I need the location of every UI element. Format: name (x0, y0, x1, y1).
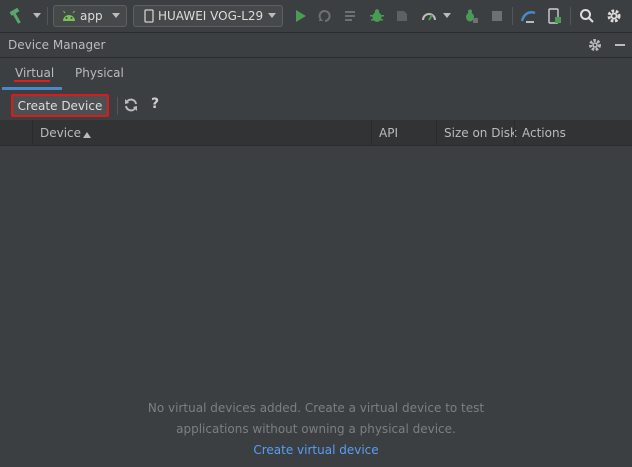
main-toolbar: app HUAWEI VOG-L29 (0, 0, 632, 33)
refresh-icon[interactable] (123, 97, 139, 113)
panel-settings-gear-icon[interactable] (587, 37, 603, 53)
search-icon[interactable] (579, 8, 595, 24)
panel-title: Device Manager (8, 38, 106, 52)
column-divider (32, 120, 33, 145)
tab-virtual[interactable]: Virtual (15, 66, 54, 80)
device-type-tabs: Virtual Physical (0, 58, 632, 90)
empty-state-message-line2: applications without owning a physical d… (176, 422, 456, 436)
chevron-down-icon (268, 13, 276, 18)
tab-physical[interactable]: Physical (75, 66, 124, 80)
device-selector-label: HUAWEI VOG-L29 (158, 9, 264, 23)
build-dropdown-chevron-icon[interactable] (32, 12, 42, 20)
stop-icon[interactable] (489, 8, 505, 24)
hide-panel-icon[interactable] (612, 37, 628, 53)
column-divider (371, 120, 372, 145)
column-header-size-on-disk[interactable]: Size on Disk (444, 126, 517, 140)
toolbar-separator (47, 7, 48, 25)
device-table-header: Device API Size on Disk Actions (0, 120, 632, 146)
run-icon[interactable] (292, 8, 308, 24)
device-manager-header: Device Manager (0, 33, 632, 58)
chevron-down-icon (112, 13, 120, 18)
sync-gradle-icon[interactable] (520, 8, 538, 24)
column-header-api[interactable]: API (379, 126, 398, 140)
device-actions-bar: Create Device ? (0, 91, 632, 120)
device-selector[interactable]: HUAWEI VOG-L29 (133, 5, 283, 27)
tab-selected-indicator (2, 87, 62, 90)
toolbar-separator (570, 7, 571, 25)
android-icon (62, 10, 76, 22)
attach-debugger-icon[interactable] (394, 8, 410, 24)
toolbar-separator (117, 97, 118, 115)
module-selector-label: app (80, 9, 103, 23)
build-hammer-icon[interactable] (8, 8, 26, 24)
create-device-button[interactable]: Create Device (11, 94, 109, 117)
column-header-actions[interactable]: Actions (522, 126, 566, 140)
empty-state-message-line1: No virtual devices added. Create a virtu… (147, 401, 485, 415)
sort-ascending-icon (82, 128, 92, 142)
apply-code-changes-icon[interactable] (343, 8, 359, 24)
help-icon[interactable]: ? (151, 96, 159, 112)
debug-bug-icon[interactable] (369, 8, 385, 24)
create-virtual-device-link[interactable]: Create virtual device (0, 443, 632, 457)
profiler-gauge-icon[interactable] (421, 8, 437, 24)
attach-bug-icon[interactable] (463, 8, 479, 24)
column-header-device[interactable]: Device (40, 126, 81, 140)
device-manager-icon[interactable] (546, 8, 562, 24)
apply-changes-icon[interactable] (317, 8, 333, 24)
phone-icon (144, 9, 154, 23)
module-selector[interactable]: app (53, 5, 127, 27)
device-table-body (0, 146, 632, 467)
profiler-dropdown-chevron-icon[interactable] (442, 12, 452, 20)
gear-icon[interactable] (606, 8, 622, 24)
toolbar-separator (512, 7, 513, 25)
tab-virtual-highlight (14, 80, 50, 82)
column-divider (514, 120, 515, 145)
column-divider (436, 120, 437, 145)
